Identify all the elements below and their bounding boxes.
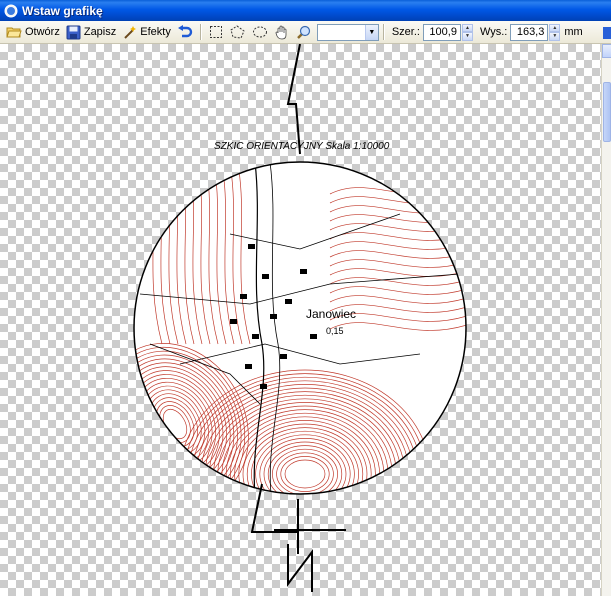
width-field[interactable]: 100,9 — [422, 23, 461, 41]
lasso-select-icon — [230, 25, 245, 39]
map-title: SZKIC ORIENTACYJNY Skala 1:10000 — [214, 141, 390, 152]
place-name: Janowiec — [306, 307, 356, 321]
save-button[interactable]: Zapisz — [63, 22, 119, 42]
map-drawing: SZKIC ORIENTACYJNY Skala 1:10000 Janowie… — [133, 44, 467, 592]
folder-open-icon — [6, 27, 22, 38]
undo-icon — [177, 25, 193, 38]
height-field[interactable]: 163,3 — [510, 23, 549, 41]
spin-down-icon[interactable]: ▼ — [549, 32, 561, 41]
vertical-scrollbar[interactable] — [601, 44, 611, 596]
ellipse-select-icon — [252, 26, 267, 38]
toolbar-separator — [382, 24, 384, 40]
chevron-down-icon[interactable]: ▼ — [364, 24, 378, 40]
open-button[interactable]: Otwórz — [3, 22, 63, 42]
app-icon — [4, 4, 18, 17]
place-value: 0,15 — [326, 326, 344, 336]
hand-button[interactable] — [271, 22, 293, 42]
scroll-up-icon[interactable] — [602, 44, 611, 58]
image-canvas[interactable]: SZKIC ORIENTACYJNY Skala 1:10000 Janowie… — [0, 44, 601, 596]
toolbar-separator — [199, 24, 201, 40]
zoom-button[interactable] — [293, 22, 315, 42]
save-disk-icon — [66, 25, 81, 39]
open-button-label: Otwórz — [25, 26, 60, 38]
zoom-combo[interactable]: ▼ — [316, 23, 379, 41]
spin-down-icon[interactable]: ▼ — [461, 32, 473, 41]
window-title: Wstaw grafikę — [22, 3, 103, 18]
toolbar: Otwórz Zapisz Efekty ▼ Szer.: 100,9 ▲ ▼ … — [0, 21, 611, 44]
magic-wand-icon — [124, 25, 137, 39]
window-titlebar[interactable]: Wstaw grafikę — [0, 0, 611, 21]
rect-select-icon — [209, 26, 222, 38]
rect-select-button[interactable] — [205, 22, 227, 42]
save-button-label: Zapisz — [83, 26, 117, 38]
spin-up-icon[interactable]: ▲ — [461, 23, 473, 32]
undo-button[interactable] — [174, 22, 196, 42]
zoom-icon — [297, 25, 311, 39]
north-arrow — [250, 483, 346, 592]
effects-button[interactable]: Efekty — [119, 22, 174, 42]
width-spinner[interactable]: 100,9 ▲ ▼ — [422, 23, 473, 41]
overflow-arrow-icon[interactable] — [603, 27, 611, 39]
effects-button-label: Efekty — [140, 26, 171, 38]
hand-icon — [275, 25, 287, 39]
scroll-thumb[interactable] — [603, 82, 611, 142]
lasso-select-button[interactable] — [227, 22, 249, 42]
pointer-line — [286, 44, 301, 155]
height-label: Wys.: — [479, 26, 508, 38]
height-spinner[interactable]: 163,3 ▲ ▼ — [510, 23, 561, 41]
unit-label: mm — [564, 26, 583, 38]
spin-up-icon[interactable]: ▲ — [549, 23, 561, 32]
ellipse-select-button[interactable] — [249, 22, 271, 42]
width-label: Szer.: — [391, 26, 420, 38]
